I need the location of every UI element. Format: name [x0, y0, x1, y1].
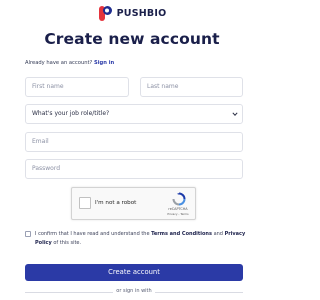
recaptcha-checkbox[interactable]	[79, 197, 91, 209]
last-name-field[interactable]: Last name	[140, 77, 243, 97]
recaptcha-brand: reCAPTCHA	[168, 207, 188, 211]
pushbio-logo-icon	[98, 6, 112, 21]
page-title: Create new account	[44, 30, 220, 48]
job-role-value: What's your job role/title?	[32, 110, 110, 117]
create-account-button[interactable]: Create account	[25, 264, 243, 281]
recaptcha-widget: I'm not a robot reCAPTCHA Privacy - Term…	[71, 187, 196, 220]
agreement-suffix: of this site.	[53, 239, 82, 246]
recaptcha-label: I'm not a robot	[95, 200, 137, 206]
chevron-down-icon	[232, 112, 238, 116]
policy-link[interactable]: Policy	[35, 240, 52, 246]
job-role-select[interactable]: What's your job role/title?	[25, 104, 243, 124]
brand-name: PUSHBIO	[116, 8, 167, 19]
recaptcha-links[interactable]: Privacy - Terms	[164, 212, 192, 216]
recaptcha-icon	[172, 192, 186, 206]
signin-prompt: Already have an account? Sign in	[25, 60, 114, 66]
privacy-link[interactable]: Privacy	[225, 231, 246, 237]
signin-link[interactable]: Sign in	[94, 60, 114, 66]
divider-text: or sign in with	[116, 288, 152, 294]
signin-divider: or sign in with	[25, 287, 243, 297]
agreement-prefix: I confirm that I have read and understan…	[35, 231, 150, 237]
terms-link[interactable]: Terms and Conditions	[151, 231, 212, 237]
first-name-field[interactable]: First name	[25, 77, 129, 97]
signin-prompt-text: Already have an account?	[25, 60, 93, 66]
password-field[interactable]: Password	[25, 159, 243, 179]
email-field[interactable]: Email	[25, 132, 243, 152]
agree-checkbox[interactable]	[25, 231, 31, 237]
brand-logo: PUSHBIO	[0, 5, 264, 22]
agreement-and: and	[213, 231, 223, 237]
agreement-text: I confirm that I have read and understan…	[35, 230, 247, 247]
divider-line-right	[155, 292, 243, 293]
